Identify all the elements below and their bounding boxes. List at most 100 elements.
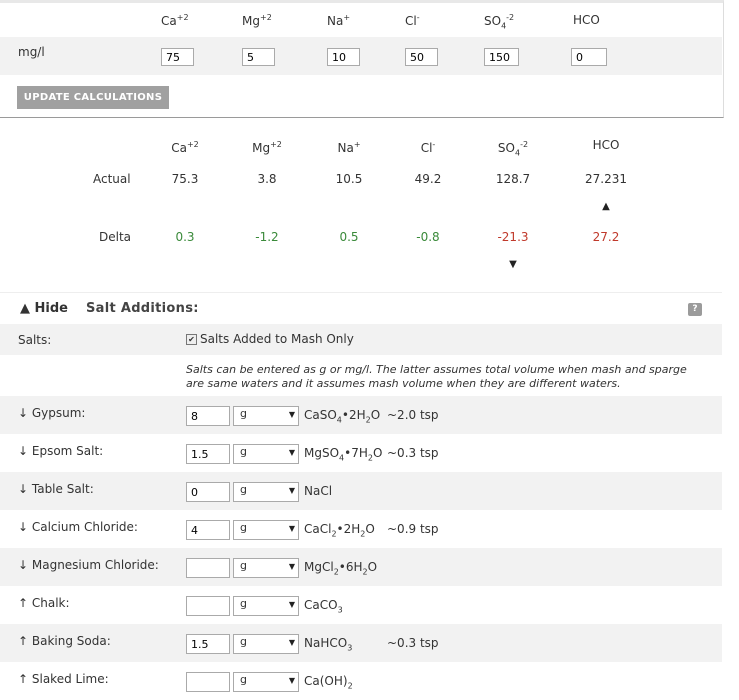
target-ca-input[interactable] bbox=[161, 48, 194, 66]
chevron-down-icon: ▼ bbox=[288, 638, 295, 647]
gypsum-unit-select[interactable]: g ▼ bbox=[233, 406, 299, 426]
salt-row-epsom: ↓ Epsom Salt: g▼ MgSO4•7H2O ~0.3 tsp bbox=[0, 434, 722, 472]
calcium-chloride-amount-input[interactable] bbox=[186, 520, 230, 540]
hide-toggle[interactable]: ▲ Hide bbox=[20, 301, 68, 316]
salt-formula: MgCl2•6H2O bbox=[304, 560, 378, 577]
mash-only-checkbox[interactable]: ✔ bbox=[186, 334, 197, 345]
salt-additions-title: Salt Additions: bbox=[86, 301, 199, 316]
target-profile-panel: Ca+2 Mg+2 Na+ Cl- SO4-2 HCO mg/l UPDATE … bbox=[0, 0, 724, 118]
result-header-so4: SO4-2 bbox=[497, 140, 529, 158]
target-header-mg: Mg+2 bbox=[242, 13, 272, 28]
target-header-na: Na+ bbox=[327, 13, 351, 28]
salt-row-calcium-chloride: ↓ Calcium Chloride: g▼ CaCl2•2H2O ~0.9 t… bbox=[0, 510, 722, 548]
target-row-label: mg/l bbox=[18, 45, 45, 59]
hco-up-arrow-icon: ▲ bbox=[602, 201, 610, 212]
salt-tsp: ~0.9 tsp bbox=[387, 522, 439, 536]
mash-only-label: Salts Added to Mash Only bbox=[200, 332, 354, 346]
salt-note: Salts can be entered as g or mg/l. The l… bbox=[186, 363, 687, 390]
actual-ca: 75.3 bbox=[171, 172, 199, 186]
salt-row-chalk: ↑ Chalk: g ▼ CaCO3 bbox=[0, 586, 722, 624]
slaked-lime-amount-input[interactable] bbox=[186, 672, 230, 692]
target-header-so4: SO4-2 bbox=[484, 13, 515, 31]
magnesium-chloride-amount-input[interactable] bbox=[186, 558, 230, 578]
chevron-down-icon: ▼ bbox=[288, 524, 295, 533]
salt-tsp: ~0.3 tsp bbox=[387, 636, 439, 650]
salt-formula: Ca(OH)2 bbox=[304, 674, 353, 691]
table-salt-amount-input[interactable] bbox=[186, 482, 230, 502]
salt-label: ↑ Baking Soda: bbox=[18, 634, 111, 648]
salt-label: ↓ Magnesium Chloride: bbox=[18, 558, 159, 572]
delta-na: 0.5 bbox=[339, 230, 359, 244]
salt-formula: NaCl bbox=[304, 484, 333, 498]
salt-row-baking-soda: ↑ Baking Soda: g▼ NaHCO3 ~0.3 tsp bbox=[0, 624, 722, 662]
salt-label: ↓ Epsom Salt: bbox=[18, 444, 104, 458]
table-salt-unit-select[interactable]: g ▼ bbox=[233, 482, 299, 502]
salt-tsp: ~0.3 tsp bbox=[387, 446, 439, 460]
delta-cl: -0.8 bbox=[416, 230, 440, 244]
salt-row-table-salt: ↓ Table Salt: g▼ NaCl bbox=[0, 472, 722, 510]
help-icon[interactable]: ? bbox=[688, 303, 702, 316]
actual-cl: 49.2 bbox=[414, 172, 442, 186]
salt-formula: CaCO3 bbox=[304, 598, 343, 615]
salt-label: ↓ Table Salt: bbox=[18, 482, 94, 496]
salt-additions-header: ▲ Hide Salt Additions: bbox=[0, 292, 722, 325]
salt-note-row: Salts can be entered as g or mg/l. The l… bbox=[0, 355, 722, 396]
chevron-down-icon: ▼ bbox=[288, 410, 295, 419]
delta-hco: 27.2 bbox=[592, 230, 620, 244]
salt-label: ↑ Slaked Lime: bbox=[18, 672, 109, 686]
target-cl-input[interactable] bbox=[405, 48, 438, 66]
target-hco-input[interactable] bbox=[571, 48, 607, 66]
chalk-unit-select[interactable]: g ▼ bbox=[233, 596, 299, 616]
salt-formula: CaCl2•2H2O bbox=[304, 522, 375, 539]
chevron-down-icon: ▼ bbox=[288, 486, 295, 495]
actual-mg: 3.8 bbox=[257, 172, 277, 186]
delta-ca: 0.3 bbox=[175, 230, 195, 244]
magnesium-chloride-unit-select[interactable]: g ▼ bbox=[233, 558, 299, 578]
salt-row-gypsum: ↓ Gypsum: g▼ CaSO4•2H2O ~2.0 tsp bbox=[0, 396, 722, 434]
baking-soda-unit-select[interactable]: g ▼ bbox=[233, 634, 299, 654]
actual-na: 10.5 bbox=[335, 172, 363, 186]
actual-hco: 27.231 bbox=[585, 172, 627, 186]
chalk-amount-input[interactable] bbox=[186, 596, 230, 616]
result-header-ca: Ca+2 bbox=[171, 140, 199, 155]
salts-row: Salts: ✔ Salts Added to Mash Only bbox=[0, 324, 722, 355]
actual-row-label: Actual bbox=[93, 172, 131, 186]
result-header-cl: Cl- bbox=[420, 140, 436, 155]
target-header-ca: Ca+2 bbox=[161, 13, 189, 28]
target-row-background bbox=[0, 37, 722, 75]
target-na-input[interactable] bbox=[327, 48, 360, 66]
salt-formula: MgSO4•7H2O bbox=[304, 446, 383, 463]
target-mg-input[interactable] bbox=[242, 48, 275, 66]
epsom-amount-input[interactable] bbox=[186, 444, 230, 464]
salt-label: ↑ Chalk: bbox=[18, 596, 70, 610]
salt-label: ↓ Calcium Chloride: bbox=[18, 520, 138, 534]
epsom-unit-select[interactable]: g ▼ bbox=[233, 444, 299, 464]
salt-row-slaked-lime: ↑ Slaked Lime: g ▼ Ca(OH)2 bbox=[0, 662, 722, 700]
salt-row-magnesium-chloride: ↓ Magnesium Chloride: g ▼ MgCl2•6H2O bbox=[0, 548, 722, 586]
salt-formula: NaHCO3 bbox=[304, 636, 353, 653]
salt-label: ↓ Gypsum: bbox=[18, 406, 86, 420]
chevron-down-icon: ▼ bbox=[288, 562, 295, 571]
gypsum-amount-input[interactable] bbox=[186, 406, 230, 426]
actual-so4: 128.7 bbox=[495, 172, 531, 186]
chevron-down-icon: ▼ bbox=[288, 600, 295, 609]
chevron-down-icon: ▼ bbox=[288, 448, 295, 457]
calcium-chloride-unit-select[interactable]: g ▼ bbox=[233, 520, 299, 540]
delta-mg: -1.2 bbox=[255, 230, 279, 244]
update-calculations-button[interactable]: UPDATE CALCULATIONS bbox=[17, 86, 169, 109]
so4-down-arrow-icon: ▼ bbox=[509, 259, 517, 270]
salts-label: Salts: bbox=[18, 333, 52, 347]
result-header-na: Na+ bbox=[337, 140, 361, 155]
delta-row-label: Delta bbox=[99, 230, 132, 244]
result-header-mg: Mg+2 bbox=[252, 140, 282, 155]
delta-so4: -21.3 bbox=[497, 230, 529, 244]
salt-tsp: ~2.0 tsp bbox=[387, 408, 439, 422]
slaked-lime-unit-select[interactable]: g ▼ bbox=[233, 672, 299, 692]
target-header-cl: Cl- bbox=[405, 13, 420, 28]
result-header-hco: HCO bbox=[592, 138, 620, 152]
chevron-down-icon: ▼ bbox=[288, 676, 295, 685]
salt-formula: CaSO4•2H2O bbox=[304, 408, 381, 425]
target-so4-input[interactable] bbox=[484, 48, 519, 66]
baking-soda-amount-input[interactable] bbox=[186, 634, 230, 654]
target-header-hco: HCO bbox=[573, 13, 600, 27]
